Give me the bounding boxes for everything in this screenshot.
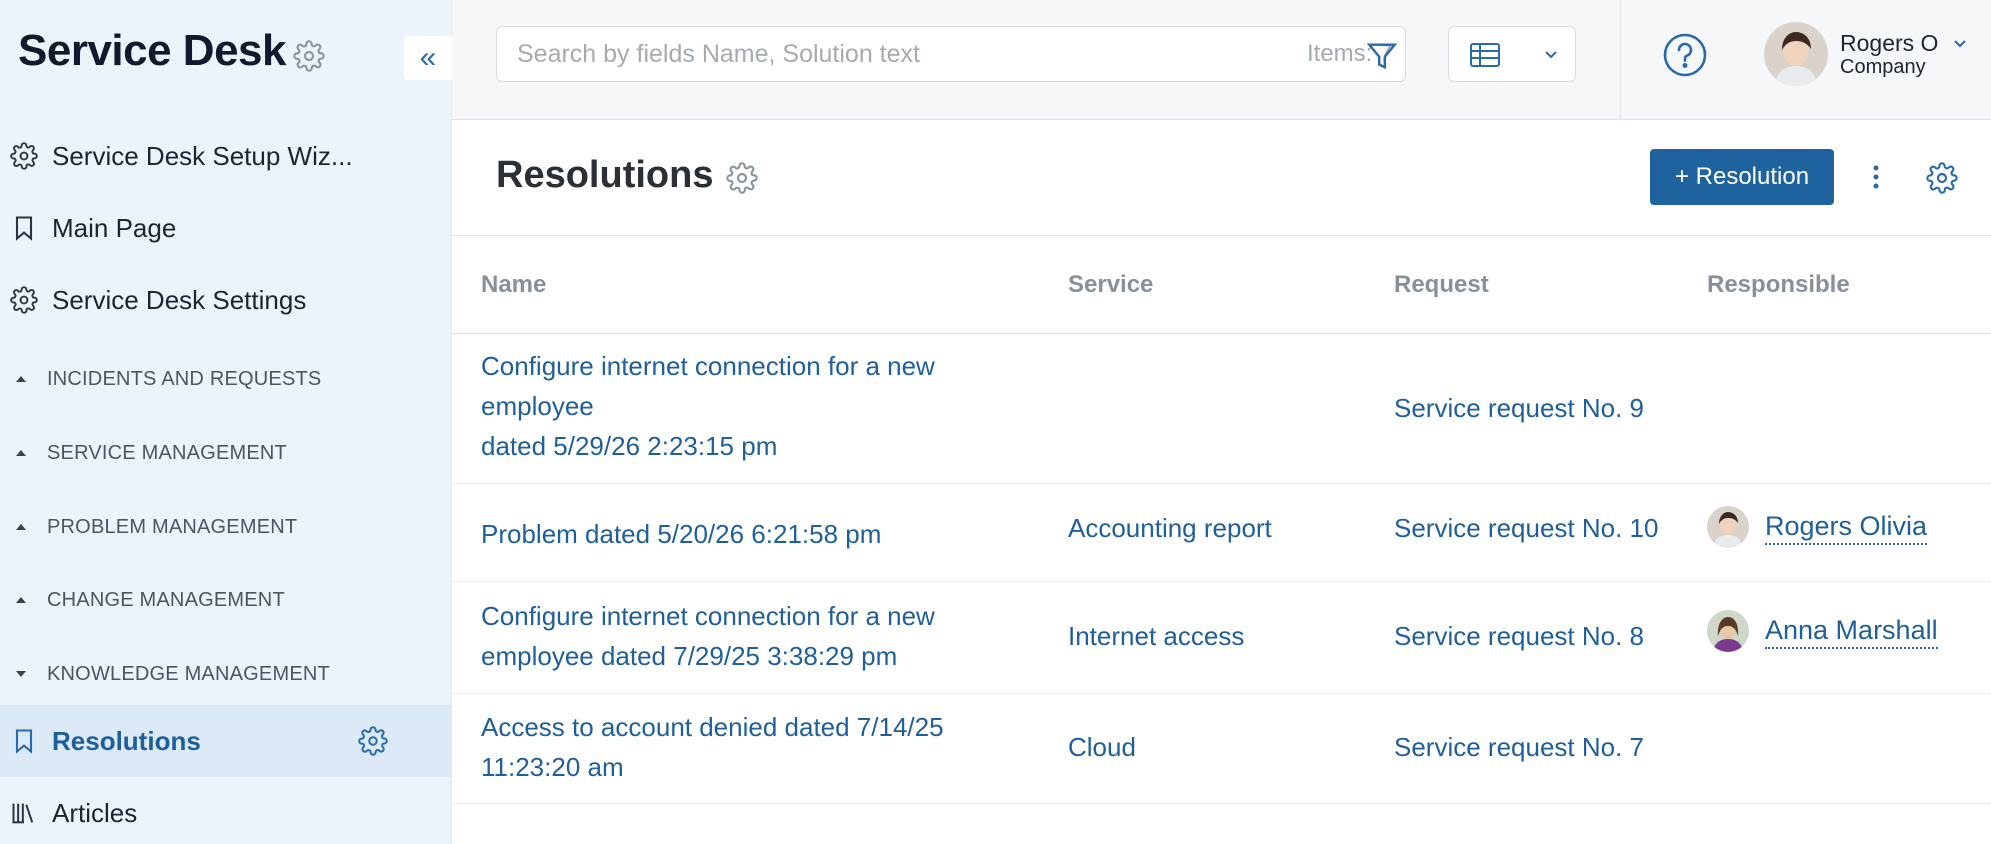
name-line: dated 5/29/26 2:23:15 pm — [481, 431, 778, 461]
sidebar-item-label: Main Page — [52, 212, 177, 243]
row-request-link[interactable]: Service request No. 9 — [1394, 388, 1644, 428]
sidebar-item-label: Service Desk Settings — [52, 284, 307, 315]
table-view-icon — [1470, 43, 1500, 67]
sidebar-item-articles[interactable]: Articles — [0, 777, 451, 844]
user-avatar-icon — [1707, 506, 1749, 548]
section-knowledge-management[interactable]: KNOWLEDGE MANAGEMENT — [0, 644, 451, 704]
name-line: 11:23:20 am — [481, 752, 624, 782]
name-line: employee dated 7/29/25 3:38:29 pm — [481, 641, 898, 671]
section-incidents-and-requests[interactable]: INCIDENTS AND REQUESTS — [0, 349, 451, 409]
section-label: KNOWLEDGE MANAGEMENT — [47, 662, 330, 685]
search-box: Items: 7 — [496, 26, 1406, 82]
sidebar-item-settings[interactable]: Service Desk Settings — [0, 264, 451, 336]
filter-icon[interactable] — [1365, 39, 1399, 73]
sidebar-item-resolutions[interactable]: Resolutions — [0, 705, 451, 777]
gear-icon[interactable] — [358, 726, 388, 756]
gear-icon — [10, 286, 38, 314]
collapse-sidebar-button[interactable]: « — [404, 36, 452, 80]
app-title: Service Desk — [18, 26, 287, 75]
gear-icon[interactable] — [1926, 162, 1958, 194]
sidebar-item-main-page[interactable]: Main Page — [0, 192, 451, 264]
section-label: PROBLEM MANAGEMENT — [47, 515, 298, 538]
sidebar: Service Desk « Service Desk Setup Wiz...… — [0, 0, 452, 844]
table-row[interactable]: Configure internet connection for a new … — [452, 334, 1991, 484]
chevron-down-icon — [1545, 51, 1557, 59]
section-change-management[interactable]: CHANGE MANAGEMENT — [0, 570, 451, 630]
section-label: CHANGE MANAGEMENT — [47, 588, 285, 611]
table-row[interactable]: Configure internet connection for a new … — [452, 582, 1991, 694]
row-name-link[interactable]: Access to account denied dated 7/14/25 1… — [481, 707, 944, 787]
section-problem-management[interactable]: PROBLEM MANAGEMENT — [0, 497, 451, 557]
row-service-link[interactable]: Accounting report — [1068, 508, 1272, 548]
sidebar-item-label: Service Desk Setup Wiz... — [52, 140, 353, 171]
view-mode-select[interactable] — [1448, 26, 1576, 82]
table-row[interactable]: Problem dated 5/20/26 6:21:58 pm Account… — [452, 484, 1991, 582]
row-name-link[interactable]: Configure internet connection for a new … — [481, 346, 935, 466]
sidebar-item-label: Resolutions — [52, 725, 201, 756]
row-responsible[interactable]: Anna Marshall — [1707, 610, 1938, 652]
section-service-management[interactable]: SERVICE MANAGEMENT — [0, 423, 451, 483]
row-responsible[interactable]: Rogers Olivia — [1707, 506, 1928, 548]
caret-up-icon — [16, 376, 26, 382]
column-header-responsible[interactable]: Responsible — [1707, 236, 1850, 334]
divider — [1620, 0, 1621, 120]
books-icon — [12, 803, 34, 824]
gear-icon[interactable] — [293, 40, 325, 72]
more-vertical-icon[interactable] — [1870, 162, 1882, 192]
column-header-name[interactable]: Name — [481, 236, 546, 334]
row-request-link[interactable]: Service request No. 7 — [1394, 727, 1644, 767]
user-avatar-icon — [1707, 610, 1749, 652]
row-request-link[interactable]: Service request No. 8 — [1394, 616, 1644, 656]
double-chevron-left-icon: « — [419, 41, 437, 74]
caret-down-icon — [16, 671, 26, 677]
sidebar-header: Service Desk « — [0, 0, 452, 112]
avatar[interactable] — [1764, 22, 1828, 86]
caret-up-icon — [16, 524, 26, 530]
row-service-link[interactable]: Cloud — [1068, 727, 1136, 767]
avatar — [1707, 610, 1749, 652]
row-name-link[interactable]: Problem dated 5/20/26 6:21:58 pm — [481, 514, 881, 554]
section-label: SERVICE MANAGEMENT — [47, 441, 287, 464]
user-name[interactable]: Rogers O — [1840, 30, 1938, 57]
sidebar-item-setup-wizard[interactable]: Service Desk Setup Wiz... — [0, 120, 451, 192]
help-icon[interactable] — [1662, 32, 1708, 78]
name-line: Configure internet connection for a new — [481, 351, 935, 381]
row-name-link[interactable]: Configure internet connection for a new … — [481, 596, 935, 676]
column-header-request[interactable]: Request — [1394, 236, 1489, 334]
caret-up-icon — [16, 450, 26, 456]
page-header: Resolutions + Resolution — [452, 120, 1991, 236]
app-window: Service Desk « Service Desk Setup Wiz...… — [0, 0, 1991, 844]
responsible-name[interactable]: Rogers Olivia — [1765, 509, 1928, 545]
top-bar: Items: 7 Rogers O Company — [452, 0, 1991, 120]
avatar — [1707, 506, 1749, 548]
bookmark-icon — [15, 729, 33, 754]
chevron-down-icon[interactable] — [1952, 36, 1968, 52]
row-request-link[interactable]: Service request No. 10 — [1394, 508, 1658, 548]
column-header-service[interactable]: Service — [1068, 236, 1153, 334]
responsible-name[interactable]: Anna Marshall — [1765, 613, 1938, 649]
page-title: Resolutions — [496, 154, 714, 196]
name-line: Configure internet connection for a new — [481, 601, 935, 631]
search-input[interactable] — [517, 37, 1217, 71]
user-company: Company — [1840, 56, 1926, 78]
gear-icon — [10, 142, 38, 170]
add-resolution-button[interactable]: + Resolution — [1650, 149, 1834, 205]
name-line: employee — [481, 391, 594, 421]
user-avatar-icon — [1764, 22, 1828, 86]
row-service-link[interactable]: Internet access — [1068, 616, 1244, 656]
sidebar-item-label: Articles — [52, 797, 138, 828]
caret-up-icon — [16, 597, 26, 603]
bookmark-icon — [15, 216, 33, 241]
section-label: INCIDENTS AND REQUESTS — [47, 367, 322, 390]
table-row[interactable]: Access to account denied dated 7/14/25 1… — [452, 694, 1991, 804]
name-line: Access to account denied dated 7/14/25 — [481, 712, 944, 742]
gear-icon[interactable] — [726, 162, 758, 194]
